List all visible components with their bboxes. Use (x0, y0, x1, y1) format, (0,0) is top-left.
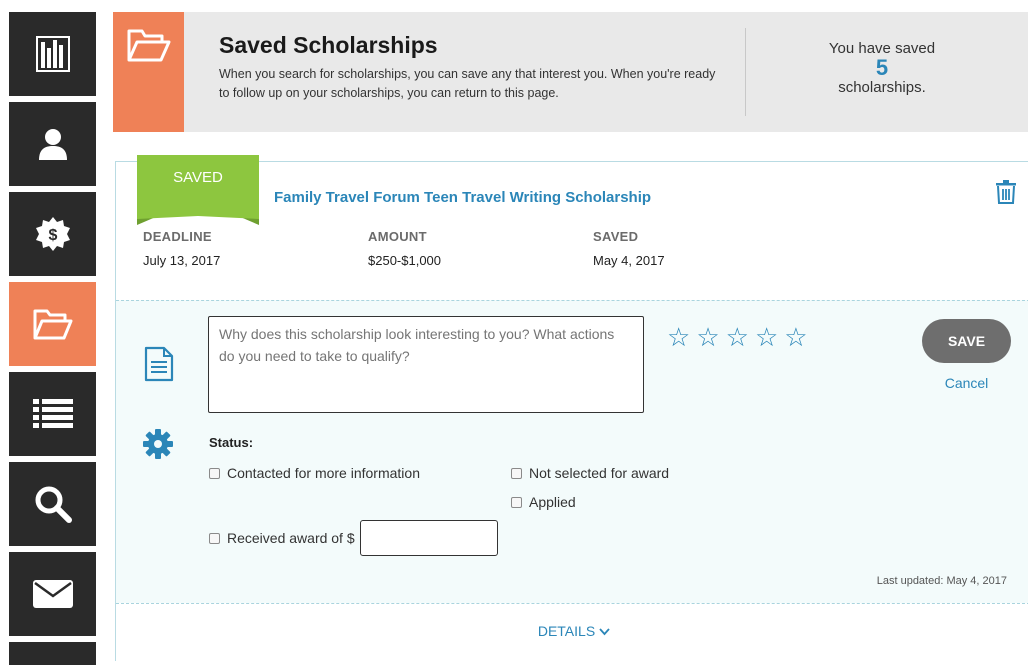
gear-icon (143, 429, 173, 464)
status-not-selected-label: Not selected for award (529, 465, 670, 481)
status-not-selected[interactable]: Not selected for award (511, 465, 669, 481)
saved-count: 5 (875, 55, 889, 80)
cancel-link[interactable]: Cancel (922, 375, 1011, 391)
header-divider (745, 28, 746, 116)
status-label: Status: (209, 435, 254, 450)
saved-date-value: May 4, 2017 (593, 253, 665, 268)
save-button[interactable]: SAVE (922, 319, 1011, 363)
amount-label: AMOUNT (368, 229, 427, 244)
saved-count-suffix: scholarships. (838, 79, 926, 96)
details-label: DETAILS (537, 623, 596, 639)
amount-value: $250-$1,000 (368, 253, 442, 268)
sidebar-item-lists[interactable] (9, 372, 96, 456)
star-4[interactable]: ☆ (755, 324, 778, 352)
sidebar-item-financial-aid[interactable]: $ (9, 192, 96, 276)
status-received-checkbox[interactable] (209, 532, 220, 544)
award-amount-input[interactable] (359, 520, 498, 556)
status-contacted-checkbox[interactable] (209, 467, 220, 479)
star-3[interactable]: ☆ (726, 324, 749, 352)
star-5[interactable]: ☆ (784, 324, 807, 352)
envelope-icon (32, 580, 73, 608)
sidebar-item-saved[interactable] (9, 282, 96, 366)
amount-field: AMOUNT $250-$1,000 (368, 229, 441, 268)
open-folder-icon (127, 29, 170, 62)
sidebar-nav: $ (0, 0, 100, 665)
sidebar-item-more[interactable] (9, 642, 96, 665)
notes-textarea[interactable] (208, 316, 644, 413)
note-icon (144, 346, 174, 387)
status-applied-checkbox[interactable] (511, 496, 522, 508)
trash-icon (996, 180, 1016, 204)
svg-text:$: $ (48, 227, 57, 244)
card-summary: SAVED Family Travel Forum Teen Travel Wr… (116, 155, 1028, 300)
list-icon (32, 399, 73, 428)
details-toggle[interactable]: DETAILS (116, 623, 1028, 639)
scholarship-card: SAVED Family Travel Forum Teen Travel Wr… (115, 155, 1028, 662)
sidebar-item-dashboard[interactable] (9, 12, 96, 96)
page-description: When you search for scholarships, you ca… (219, 67, 716, 100)
bar-chart-icon (35, 36, 70, 72)
saved-badge-label: SAVED (173, 169, 223, 186)
status-contacted[interactable]: Contacted for more information (209, 465, 420, 481)
sidebar-item-messages[interactable] (9, 552, 96, 636)
page-title: Saved Scholarships (219, 32, 438, 58)
open-folder-icon (33, 309, 72, 340)
sidebar-item-profile[interactable] (9, 102, 96, 186)
status-not-selected-checkbox[interactable] (511, 467, 522, 479)
star-rating[interactable]: ☆ ☆ ☆ ☆ ☆ (667, 324, 808, 352)
star-1[interactable]: ☆ (667, 324, 690, 352)
search-icon (35, 486, 72, 523)
ribbon-shape (137, 155, 259, 225)
header-folder-badge (113, 12, 184, 132)
card-footer: DETAILS (116, 603, 1028, 662)
saved-date-field: SAVED May 4, 2017 (593, 229, 665, 268)
sidebar-item-search[interactable] (9, 462, 96, 546)
saved-date-label: SAVED (593, 229, 639, 244)
last-updated: Last updated: May 4, 2017 (876, 575, 1007, 587)
card-edit-panel: ☆ ☆ ☆ ☆ ☆ SAVE Cancel Status: Co (116, 300, 1028, 603)
page-header: Saved Scholarships When you search for s… (113, 12, 1028, 132)
status-received-label: Received award of $ (227, 530, 355, 546)
status-applied[interactable]: Applied (511, 494, 576, 510)
scholarship-title-link[interactable]: Family Travel Forum Teen Travel Writing … (274, 189, 651, 206)
chevron-down-icon (599, 623, 610, 639)
status-received: Received award of $ (209, 520, 498, 556)
dollar-gear-icon: $ (35, 217, 70, 251)
star-2[interactable]: ☆ (696, 324, 719, 352)
saved-count-summary: You have saved 5 scholarships. (773, 40, 991, 96)
delete-button[interactable] (995, 180, 1017, 209)
user-icon (38, 129, 67, 160)
status-contacted-label: Contacted for more information (227, 465, 420, 481)
deadline-label: DEADLINE (143, 229, 212, 244)
deadline-value: July 13, 2017 (143, 253, 221, 268)
status-applied-label: Applied (529, 494, 576, 510)
deadline-field: DEADLINE July 13, 2017 (143, 229, 220, 268)
saved-badge: SAVED (137, 155, 259, 227)
